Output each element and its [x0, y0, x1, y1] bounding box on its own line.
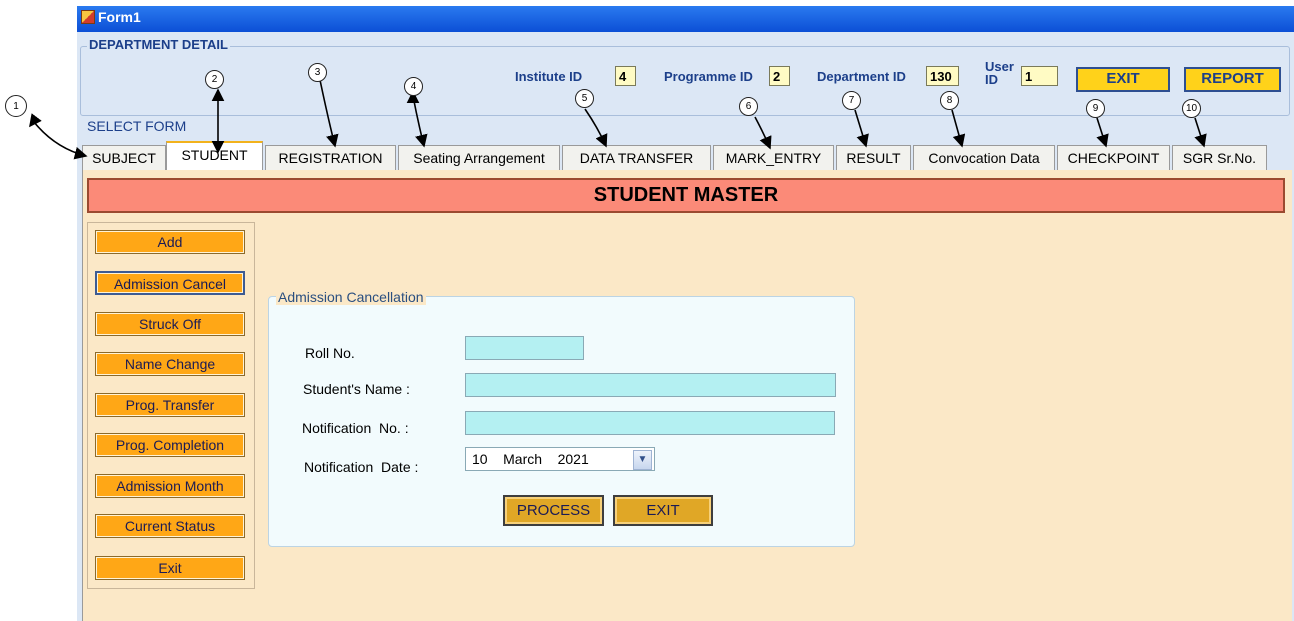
callout-5: 5 [575, 89, 594, 108]
callout-3: 3 [308, 63, 327, 82]
callout-9: 9 [1086, 99, 1105, 118]
callout-arrow-10 [1194, 117, 1207, 148]
callout-7: 7 [842, 91, 861, 110]
callout-10: 10 [1182, 99, 1201, 118]
callout-arrow-6 [754, 116, 772, 150]
callout-arrow-5 [584, 108, 608, 148]
callout-arrows [29, 79, 1207, 160]
callout-6: 6 [739, 97, 758, 116]
callout-arrow-8 [951, 109, 966, 148]
callout-arrow-3 [319, 79, 339, 148]
callout-arrow-7 [854, 109, 869, 148]
callout-arrow-1 [33, 121, 88, 160]
callout-arrow-9 [1096, 117, 1109, 148]
callout-1: 1 [5, 95, 27, 117]
callout-8: 8 [940, 91, 959, 110]
callout-arrow-1b [29, 113, 42, 128]
callout-2: 2 [205, 70, 224, 89]
callout-arrow-4 [412, 95, 428, 148]
callout-4: 4 [404, 77, 423, 96]
